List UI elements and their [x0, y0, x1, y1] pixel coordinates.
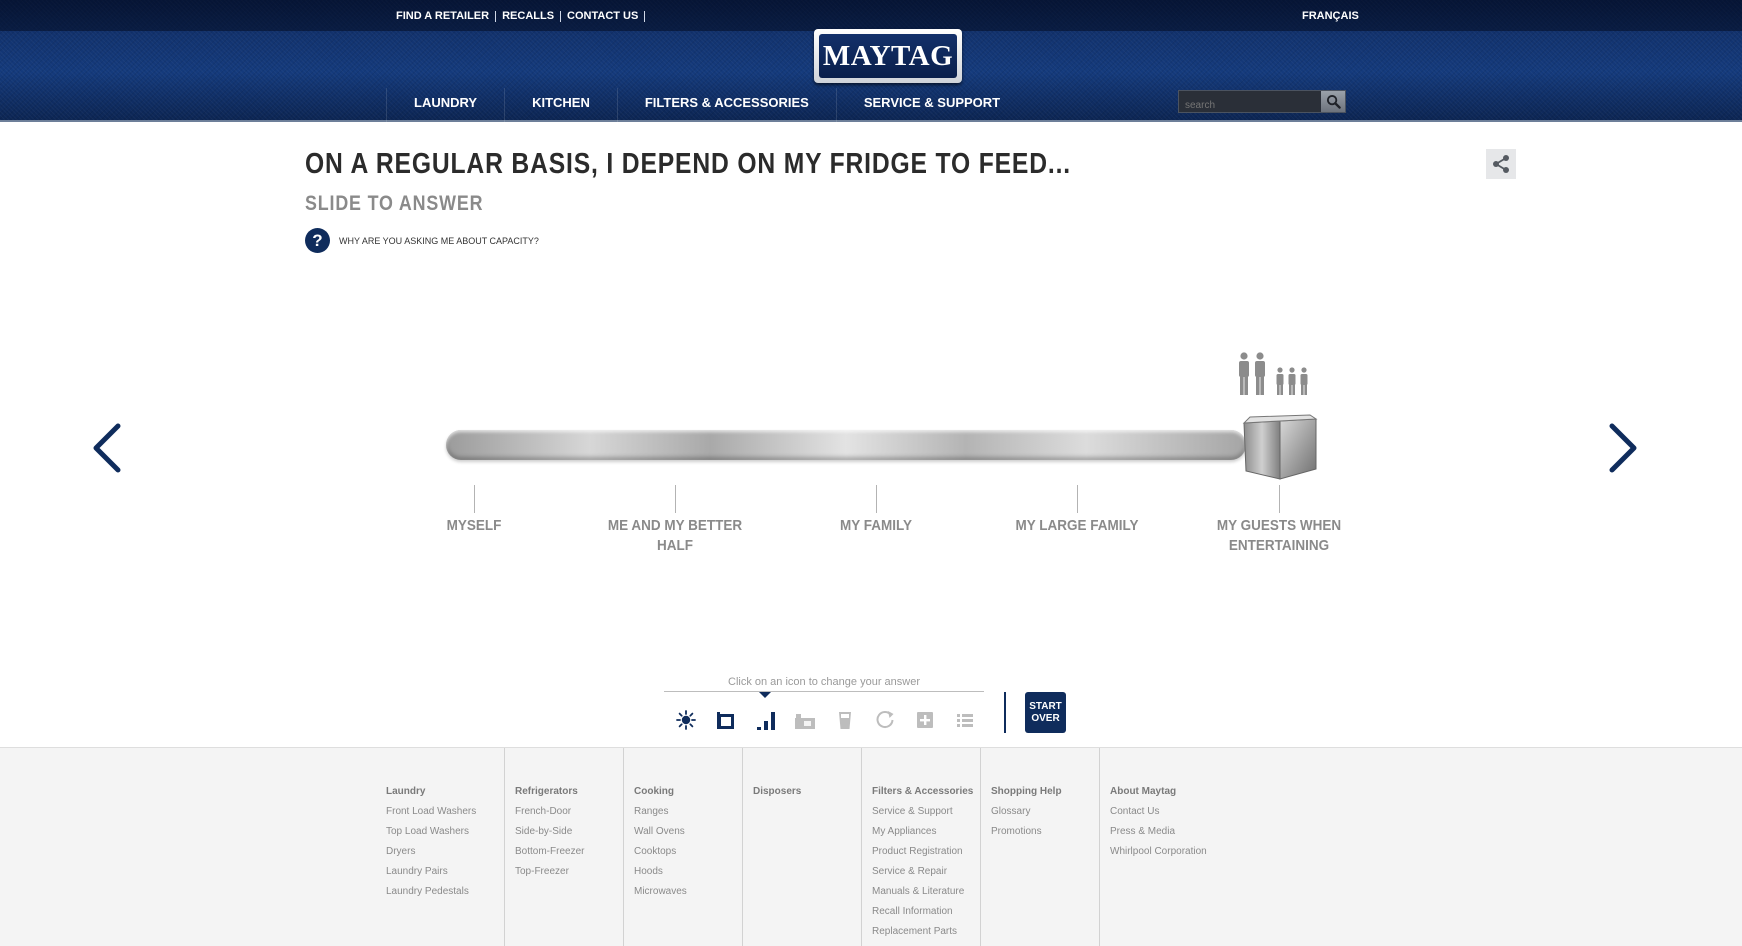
footer-link[interactable]: Service & Repair	[872, 866, 980, 886]
sun-icon[interactable]	[675, 709, 697, 731]
cup-icon[interactable]	[834, 709, 856, 731]
search-icon	[1326, 94, 1341, 109]
footer-column: Cooking Ranges Wall Ovens Cooktops Hoods Micr…	[623, 748, 742, 946]
footer-column: Filters & Accessories Service & Support My…	[861, 748, 980, 946]
share-icon	[1493, 155, 1509, 173]
nav-filters-accessories[interactable]: FILTERS & ACCESSORIES	[616, 88, 836, 122]
slider-tick	[474, 485, 475, 513]
footer-link[interactable]: Recall Information	[872, 906, 980, 926]
footer-link[interactable]: Replacement Parts	[872, 926, 980, 946]
language-link[interactable]: FRANÇAIS	[1302, 10, 1359, 22]
bar-chart-icon[interactable]	[755, 709, 777, 731]
step-nav-caption: Click on an icon to change your answer	[728, 676, 920, 688]
fridge-icon[interactable]	[715, 709, 737, 731]
footer-heading-link[interactable]: Shopping Help	[991, 786, 1099, 806]
question-subtitle: SLIDE TO ANSWER	[305, 192, 484, 215]
slider-option-label[interactable]: MY GUESTS WHEN ENTERTAINING	[1198, 516, 1360, 556]
nav-service-support[interactable]: SERVICE & SUPPORT	[835, 88, 1027, 122]
utility-links: FIND A RETAILER RECALLS CONTACT US	[396, 10, 651, 22]
site-footer: Laundry Front Load Washers Top Load Washer…	[0, 747, 1742, 946]
footer-column: Refrigerators French-Door Side-by-Side Bott…	[504, 748, 623, 946]
question-title: ON A REGULAR BASIS, I DEPEND ON MY FRIDG…	[305, 148, 1071, 180]
recalls-link[interactable]: RECALLS	[502, 10, 554, 22]
footer-heading-link[interactable]: Disposers	[753, 786, 861, 806]
footer-link[interactable]: French-Door	[515, 806, 623, 826]
link-divider	[560, 10, 562, 22]
refresh-icon[interactable]	[874, 709, 896, 731]
footer-link[interactable]: Top-Freezer	[515, 866, 623, 886]
list-icon[interactable]	[954, 709, 976, 731]
footer-link[interactable]: My Appliances	[872, 826, 980, 846]
footer-column: Laundry Front Load Washers Top Load Washer…	[386, 748, 505, 946]
contact-us-link[interactable]: CONTACT US	[567, 10, 638, 22]
footer-link[interactable]: Whirlpool Corporation	[1110, 846, 1218, 866]
footer-link[interactable]: Wall Ovens	[634, 826, 742, 846]
footer-link[interactable]: Front Load Washers	[386, 806, 505, 826]
previous-arrow-icon[interactable]	[90, 422, 124, 474]
footer-column: Disposers	[742, 748, 861, 946]
footer-link[interactable]: Dryers	[386, 846, 505, 866]
slider-tick	[1279, 485, 1280, 513]
main-nav: LAUNDRY KITCHEN FILTERS & ACCESSORIES SE…	[386, 88, 1027, 122]
utility-bar	[0, 0, 1742, 31]
help-text: WHY ARE YOU ASKING ME ABOUT CAPACITY?	[339, 235, 539, 246]
footer-link[interactable]: Contact Us	[1110, 806, 1218, 826]
next-arrow-icon[interactable]	[1606, 422, 1640, 474]
step-nav-divider	[1004, 692, 1006, 733]
footer-link[interactable]: Laundry Pairs	[386, 866, 505, 886]
footer-heading-link[interactable]: Filters & Accessories	[872, 786, 980, 806]
search-input[interactable]	[1179, 91, 1319, 112]
people-group-icon	[1239, 352, 1308, 395]
footer-link[interactable]: Microwaves	[634, 886, 742, 906]
footer-heading-link[interactable]: Cooking	[634, 786, 742, 806]
slider-tick	[675, 485, 676, 513]
slider-tick	[876, 485, 877, 513]
footer-link[interactable]: Bottom-Freezer	[515, 846, 623, 866]
footer-link[interactable]: Top Load Washers	[386, 826, 505, 846]
footer-link[interactable]: Cooktops	[634, 846, 742, 866]
step-nav-pointer	[759, 692, 771, 698]
footer-heading-link[interactable]: Laundry	[386, 786, 505, 806]
slider-tick	[1077, 485, 1078, 513]
plus-box-icon[interactable]	[914, 709, 936, 731]
slider-handle[interactable]	[1240, 411, 1320, 484]
footer-link[interactable]: Hoods	[634, 866, 742, 886]
footer-link[interactable]: Product Registration	[872, 846, 980, 866]
search-button[interactable]	[1321, 91, 1345, 112]
logo-text: MAYTAG	[819, 34, 957, 78]
footer-link[interactable]: Side-by-Side	[515, 826, 623, 846]
link-divider	[495, 10, 497, 22]
footer-heading-link[interactable]: Refrigerators	[515, 786, 623, 806]
start-over-label-line1: START	[1029, 701, 1062, 712]
link-divider	[644, 10, 646, 22]
nav-laundry[interactable]: LAUNDRY	[386, 88, 504, 122]
footer-heading-link[interactable]: About Maytag	[1110, 786, 1218, 806]
slider-option-label[interactable]: ME AND MY BETTER HALF	[594, 516, 756, 556]
question-mark-icon: ?	[305, 228, 330, 253]
maytag-logo[interactable]: MAYTAG	[814, 29, 962, 83]
kitchen-icon[interactable]	[794, 709, 816, 731]
slider-option-label[interactable]: MY LARGE FAMILY	[996, 516, 1158, 536]
footer-link[interactable]: Manuals & Literature	[872, 886, 980, 906]
start-over-label-line2: OVER	[1031, 713, 1060, 724]
footer-column: Shopping Help Glossary Promotions	[980, 748, 1099, 946]
slider-option-label[interactable]: MY FAMILY	[795, 516, 957, 536]
footer-link[interactable]: Promotions	[991, 826, 1099, 846]
capacity-help-link[interactable]: ? WHY ARE YOU ASKING ME ABOUT CAPACITY?	[305, 228, 539, 253]
slider-track[interactable]	[446, 430, 1246, 460]
step-nav-rule	[664, 691, 984, 692]
footer-link[interactable]: Ranges	[634, 806, 742, 826]
share-button[interactable]	[1486, 149, 1516, 179]
footer-link[interactable]: Laundry Pedestals	[386, 886, 505, 906]
footer-column: About Maytag Contact Us Press & Media Whirl…	[1099, 748, 1218, 946]
find-a-retailer-link[interactable]: FIND A RETAILER	[396, 10, 489, 22]
start-over-button[interactable]: START OVER	[1025, 692, 1066, 733]
footer-link[interactable]: Press & Media	[1110, 826, 1218, 846]
nav-kitchen[interactable]: KITCHEN	[504, 88, 617, 122]
footer-link[interactable]: Glossary	[991, 806, 1099, 826]
slider-option-label[interactable]: MYSELF	[393, 516, 555, 536]
site-header: FIND A RETAILER RECALLS CONTACT US FRANÇ…	[0, 0, 1742, 122]
footer-link[interactable]: Service & Support	[872, 806, 980, 826]
search-box	[1178, 90, 1346, 113]
